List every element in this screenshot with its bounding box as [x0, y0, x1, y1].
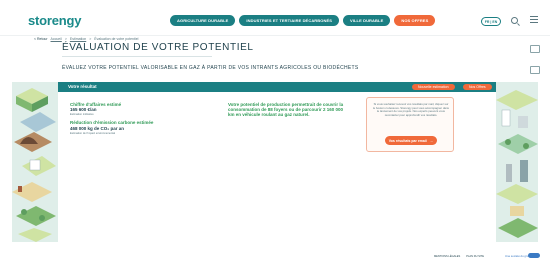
- engie-logo[interactable]: [528, 253, 540, 258]
- mail-icon[interactable]: [530, 66, 540, 74]
- production-text: Votre potentiel de production permettrai…: [228, 102, 344, 118]
- breadcrumb: < Retour Accueil > Estimation > Évaluati…: [34, 37, 138, 41]
- search-icon[interactable]: [511, 17, 518, 24]
- phone-icon[interactable]: [530, 45, 540, 53]
- send-results-label: Vos résultats par email: [388, 138, 427, 143]
- nav-ville-durable[interactable]: VILLE DURABLE: [343, 15, 391, 26]
- co2-value: 468 000 kg de CO₂ par an: [70, 125, 125, 131]
- footer-sitemap-link[interactable]: PLAN DU SITE: [466, 255, 484, 258]
- nav-industries-tertiaire[interactable]: INDUSTRIES ET TERTIAIRE DÉCARBONÉS: [239, 15, 340, 26]
- our-offers-button[interactable]: Nos Offres: [463, 84, 492, 90]
- breadcrumb-estimation[interactable]: Estimation: [70, 37, 86, 41]
- breadcrumb-separator: >: [89, 37, 92, 41]
- footer-legal-link[interactable]: MENTIONS LÉGALES: [434, 255, 460, 258]
- breadcrumb-accueil[interactable]: Accueil: [51, 37, 62, 41]
- arrow-right-icon: →: [429, 138, 434, 143]
- result-header-bar: Votre résultat Nouvelle estimation Nos O…: [58, 82, 496, 92]
- main-nav: AGRICULTURE DURABLE INDUSTRIES ET TERTIA…: [170, 15, 436, 26]
- email-info-text: Si vous souhaitez recevoir vos résultats…: [373, 102, 449, 117]
- page-subtitle: ÉVALUEZ VOTRE POTENTIEL VALORISABLE EN G…: [62, 65, 359, 71]
- breadcrumb-current: Évaluation de votre potentiel: [94, 37, 139, 41]
- back-link[interactable]: < Retour: [34, 37, 48, 41]
- financial-results: Chiffre d'affaires estimé 165 600 €/an E…: [70, 102, 210, 135]
- result-title: Votre résultat: [68, 84, 97, 89]
- revenue-value: 165 600 €/an: [70, 107, 97, 113]
- menu-icon[interactable]: [530, 16, 538, 23]
- nav-nos-offres[interactable]: NOS OFFRES: [394, 15, 436, 26]
- result-card: Votre résultat Nouvelle estimation Nos O…: [58, 82, 496, 242]
- co2-note: Estimation de l'impact environnemental: [70, 131, 116, 135]
- title-divider: [62, 56, 212, 57]
- send-results-email-button[interactable]: Vos résultats par email →: [385, 136, 437, 145]
- footer-links: MENTIONS LÉGALES PLAN DU SITE: [434, 255, 484, 258]
- breadcrumb-separator: >: [64, 37, 67, 41]
- farm-illustration: [12, 82, 58, 242]
- language-switch[interactable]: FR | EN: [481, 17, 501, 26]
- new-estimation-button[interactable]: Nouvelle estimation: [412, 84, 455, 90]
- city-illustration: [496, 82, 538, 242]
- nav-agriculture-durable[interactable]: AGRICULTURE DURABLE: [170, 15, 236, 26]
- production-result: Votre potentiel de production permettrai…: [228, 102, 348, 118]
- storengy-logo[interactable]: storengy: [28, 13, 82, 28]
- email-results-box: Si vous souhaitez recevoir vos résultats…: [366, 97, 454, 152]
- site-header: storengy AGRICULTURE DURABLE INDUSTRIES …: [0, 0, 550, 36]
- page-title: ÉVALUATION DE VOTRE POTENTIEL: [62, 42, 254, 53]
